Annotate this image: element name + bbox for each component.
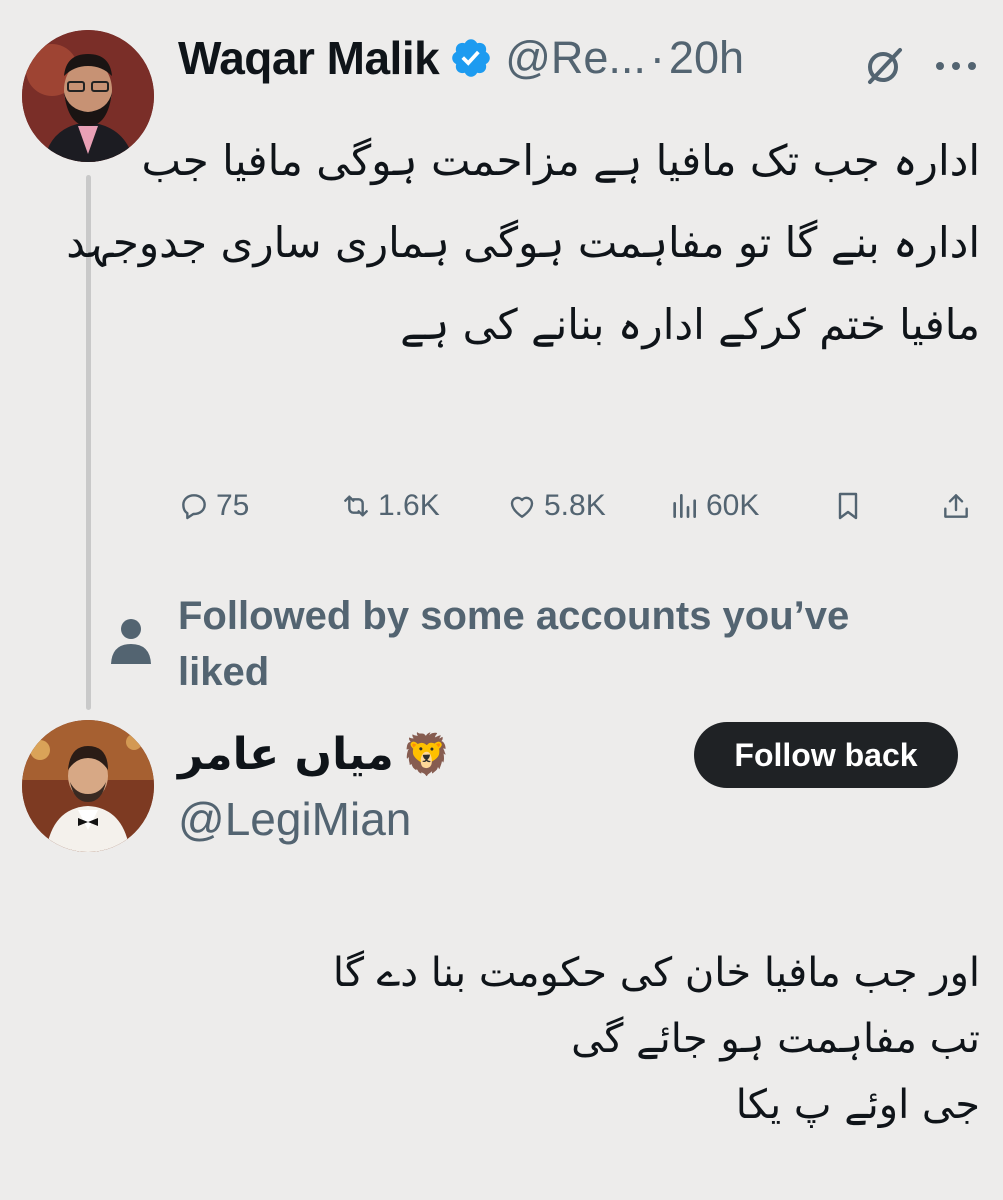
reply-text: اور جب مافیا خان کی حکومت بنا دے گا تب م… <box>240 940 980 1138</box>
bookmark-icon <box>838 492 858 520</box>
follow-back-button[interactable]: Follow back <box>694 722 958 788</box>
views-chart-icon <box>673 494 696 518</box>
verified-badge-icon <box>449 36 493 80</box>
reply-author-display-name[interactable]: میاں عامر <box>178 729 394 780</box>
tweet-timestamp[interactable]: 20h <box>669 32 744 84</box>
repost-button[interactable]: 1.6K <box>340 478 440 534</box>
reply-icon <box>182 494 206 520</box>
profile-photo-icon <box>22 720 154 852</box>
reply-text-line: اور جب مافیا خان کی حکومت بنا دے گا <box>332 950 980 996</box>
bookmark-button[interactable] <box>832 478 870 534</box>
author-avatar[interactable] <box>22 30 154 162</box>
heart-icon <box>510 496 534 518</box>
separator-dot: · <box>649 32 665 83</box>
reply-count: 75 <box>216 489 250 522</box>
author-display-name[interactable]: Waqar Malik <box>178 31 440 85</box>
repost-count: 1.6K <box>378 489 440 522</box>
views-button[interactable]: 60K <box>668 478 759 534</box>
tweet-text: ادارہ جب تک مافیا ہے مزاحمت ہوگی مافیا ج… <box>66 120 980 366</box>
reply-button[interactable]: 75 <box>178 478 249 534</box>
social-context-text[interactable]: Followed by some accounts you’ve liked <box>178 588 858 700</box>
tweet-header: Waqar Malik @Re... · 20h <box>178 30 744 86</box>
lion-emoji-icon: 🦁 <box>401 732 452 777</box>
author-handle[interactable]: @Re... <box>505 32 646 84</box>
like-button[interactable]: 5.8K <box>506 478 606 534</box>
grok-icon[interactable] <box>862 42 908 88</box>
profile-photo-icon <box>22 30 154 162</box>
tweet-action-bar: 75 1.6K 5.8K 60K <box>178 478 978 534</box>
like-count: 5.8K <box>544 489 606 522</box>
reply-author-name-row: میاں عامر 🦁 <box>178 722 452 786</box>
view-count: 60K <box>706 489 760 522</box>
reply-text-line: تب مفاہمت ہو جائے گی <box>571 1016 980 1062</box>
reply-author-avatar[interactable] <box>22 720 154 852</box>
reply-text-line: جی اوئے پ یکا <box>735 1082 980 1128</box>
tweet-text-line: ادارہ بنے گا تو مفاہمت ہوگی ہماری ساری ج… <box>66 218 980 267</box>
repost-icon <box>344 495 368 517</box>
tweet-text-line: ادارہ جب تک مافیا ہے مزاحمت ہوگی مافیا ج… <box>141 136 980 185</box>
share-icon <box>944 494 968 518</box>
reply-author-handle[interactable]: @LegiMian <box>178 792 411 846</box>
tweet-text-line: مافیا ختم کرکے ادارہ بنانے کی ہے <box>400 300 980 349</box>
person-icon <box>108 616 154 666</box>
more-options-icon[interactable] <box>930 42 982 88</box>
share-button[interactable] <box>940 478 978 534</box>
